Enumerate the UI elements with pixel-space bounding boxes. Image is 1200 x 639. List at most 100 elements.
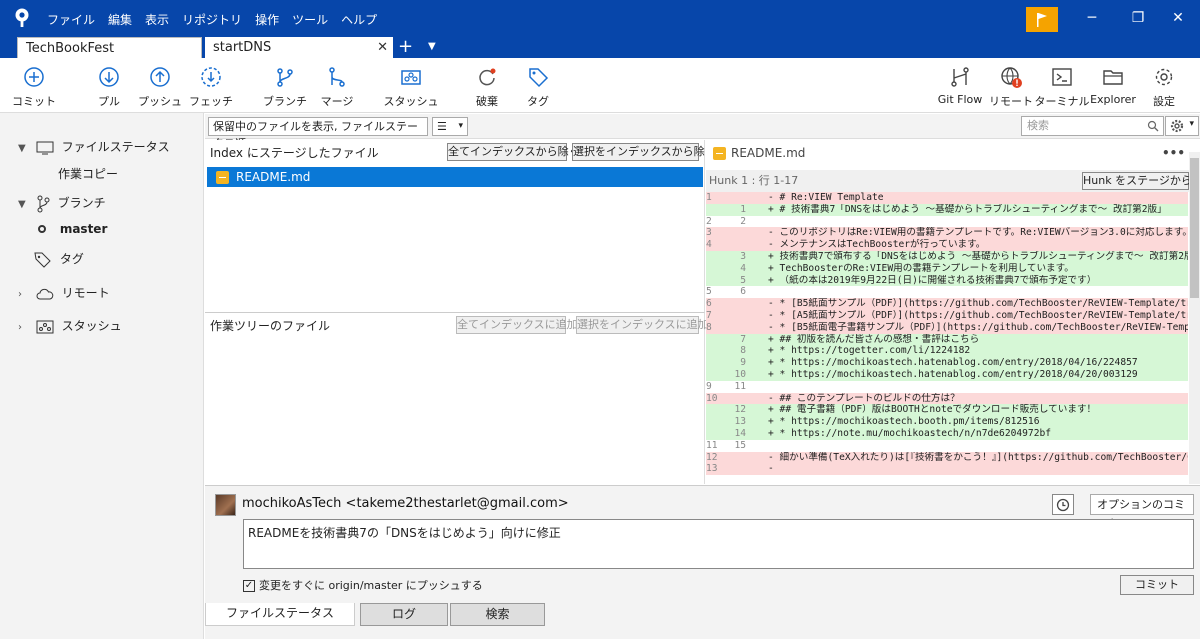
new-line-number: 8	[740, 345, 746, 357]
new-line-number: 1	[740, 203, 746, 215]
commit-history-button[interactable]	[1052, 494, 1074, 515]
diff-line[interactable]: 4 + TechBoosterのRe:VIEW用の書籍テンプレートを利用しています…	[706, 262, 1188, 275]
branch-button[interactable]: ブランチ	[255, 66, 315, 109]
minimize-button[interactable]: ─	[1080, 8, 1104, 28]
menu-help[interactable]: ヘルプ	[341, 11, 377, 28]
tab-log[interactable]: ログ	[360, 603, 448, 626]
menu-actions[interactable]: 操作	[255, 11, 279, 28]
list-item[interactable]: README.md	[207, 167, 703, 187]
diff-line[interactable]: 9 + * https://mochikoastech.hatenablog.co…	[706, 357, 1188, 369]
diff-line-text: + * https://togetter.com/li/1224182	[768, 345, 971, 357]
file-filter-dropdown[interactable]: 保留中のファイルを表示, ファイルステータス順▾	[208, 117, 428, 150]
diff-line[interactable]: 3 + 技術書典7で頒布する「DNSをはじめよう ～基礎からトラブルシューティング…	[706, 250, 1188, 263]
diff-line[interactable]: 13 + * https://mochikoastech.booth.pm/ite…	[706, 416, 1188, 428]
menu-file[interactable]: ファイル	[47, 11, 95, 28]
staged-title: Index にステージしたファイル	[210, 146, 379, 160]
old-line-number: 9	[706, 380, 712, 392]
diff-line-text: + * https://mochikoastech.hatenablog.com…	[768, 357, 1138, 369]
diff-line[interactable]: 10 - ## このテンプレートのビルドの仕方は？	[706, 392, 1188, 405]
diff-line[interactable]: 13 -	[706, 463, 1188, 476]
tab-list-chevron-icon[interactable]: ▼	[428, 37, 436, 57]
notification-flag-button[interactable]	[1026, 7, 1058, 32]
tab-search[interactable]: 検索	[450, 603, 545, 626]
diff-line[interactable]: 9 11	[706, 381, 1188, 393]
tab-startdns[interactable]: startDNS ✕	[205, 37, 393, 58]
diff-line[interactable]: 5 + （紙の本は2019年9月22日(日)に開催される技術書典7で頒布予定です）	[706, 274, 1188, 287]
unstage-hunk-button[interactable]: Hunk をステージから除く	[1082, 172, 1200, 190]
diff-line[interactable]: 3 - このリポジトリはRe:VIEW用の書籍テンプレートです。Re:VIEWバー…	[706, 227, 1188, 240]
view-settings-button[interactable]: ▾	[1165, 116, 1199, 136]
commit-button[interactable]: コミット	[4, 66, 64, 109]
merge-button[interactable]: マージ	[307, 66, 367, 109]
filter-bar: 保留中のファイルを表示, ファイルステータス順▾ ☰▾ 検索 ▾	[205, 114, 1200, 150]
list-mode-dropdown[interactable]: ☰ ▾	[432, 117, 468, 136]
commit-options-dropdown[interactable]: オプションのコミット▾	[1090, 494, 1194, 530]
menu-edit[interactable]: 編集	[108, 11, 132, 28]
clock-icon	[1056, 498, 1070, 512]
stage-selected-button[interactable]: 選択をインデックスに追加	[576, 316, 709, 334]
diff-line[interactable]: 12 - 細かい準備(TeX入れたり)は[『技術書をかこう！』](https://…	[706, 451, 1188, 464]
chevron-down-icon[interactable]: ▼	[18, 199, 32, 210]
diff-line[interactable]: 8 + * https://togetter.com/li/1224182	[706, 345, 1188, 358]
commit-message-input[interactable]: READMEを技術書典7の「DNSをはじめよう」向けに修正	[243, 519, 1194, 569]
scrollbar-thumb[interactable]	[1190, 158, 1199, 298]
tag-button[interactable]: タグ	[508, 66, 568, 109]
unstaged-title: 作業ツリーのファイル	[210, 319, 331, 333]
diff-line[interactable]: 12 + ## 電子書籍（PDF）版はBOOTHとnoteでダウンロード販売してい…	[706, 404, 1188, 417]
diff-line[interactable]: 1 + # 技術書典7「DNSをはじめよう ～基礎からトラブルシューティングまで～…	[706, 203, 1188, 216]
avatar	[215, 494, 236, 516]
chevron-right-icon[interactable]: ›	[18, 289, 32, 300]
tags-label: タグ	[59, 252, 84, 266]
stash-icon	[401, 70, 421, 85]
settings-button[interactable]: 設定	[1134, 66, 1194, 109]
close-tab-icon[interactable]: ✕	[377, 37, 388, 58]
close-window-button[interactable]: ✕	[1166, 8, 1190, 28]
new-line-number: 7	[740, 333, 746, 345]
diff-line[interactable]: 22	[706, 216, 1188, 228]
sidebar-item-stashes[interactable]: › スタッシュ	[18, 317, 122, 334]
chevron-right-icon[interactable]: ›	[18, 322, 32, 333]
sidebar-item-branches[interactable]: ▼ ブランチ	[18, 194, 106, 213]
sidebar-item-remotes[interactable]: › リモート	[18, 284, 110, 301]
toolbar: コミット プル プッシュ フェッチ ブランチ マージ スタッシュ 破棄 タグ G…	[0, 58, 1200, 113]
tab-file-status[interactable]: ファイルステータス	[205, 603, 355, 626]
sidebar-item-working-copy[interactable]: 作業コピー	[58, 165, 118, 182]
sidebar-item-tags[interactable]: タグ	[34, 250, 84, 268]
fetch-button[interactable]: フェッチ	[181, 66, 241, 109]
diff-line[interactable]: 7 - * [A5紙面サンプル（PDF）](https://github.com/…	[706, 309, 1188, 322]
diff-line[interactable]: 11 15	[706, 440, 1188, 452]
diff-line[interactable]: 8 - * [B5紙面電子書籍サンプル（PDF）](https://github.…	[706, 321, 1188, 334]
menu-view[interactable]: 表示	[145, 11, 169, 28]
diff-line[interactable]: 7 + ## 初版を読んだ皆さんの感想・書評はこちら	[706, 333, 1188, 346]
push-immediately-checkbox[interactable]: ✓ 変更をすぐに origin/master にプッシュする	[243, 577, 483, 593]
sidebar-item-master[interactable]: master	[38, 222, 107, 236]
sidebar-item-file-status[interactable]: ▼ ファイルステータス	[18, 138, 170, 155]
chevron-down-icon[interactable]: ▼	[18, 143, 32, 154]
hunk-bar: Hunk 1 : 行 1-17 Hunk をステージから除く	[706, 170, 1200, 192]
diff-line[interactable]: 14 + * https://note.mu/mochikoastech/n/n7…	[706, 427, 1188, 440]
unstage-all-button[interactable]: 全てインデックスから除く	[447, 143, 580, 161]
add-tab-button[interactable]: +	[398, 36, 413, 58]
diff-line[interactable]: 10 + * https://mochikoastech.hatenablog.c…	[706, 368, 1188, 381]
diff-scrollbar[interactable]	[1189, 152, 1200, 484]
push-icon	[150, 67, 170, 87]
new-line-number: 9	[740, 357, 746, 369]
master-label: master	[59, 222, 108, 236]
diff-line[interactable]: 4 - メンテナンスはTechBoosterが行っています。	[706, 239, 1188, 251]
menu-tools[interactable]: ツール	[292, 11, 328, 28]
stage-all-button[interactable]: 全てインデックスに追加	[456, 316, 578, 334]
diff-line[interactable]: 1 - # Re:VIEW Template	[706, 192, 1188, 204]
tab-techbookfest[interactable]: TechBookFest	[17, 37, 202, 58]
unstage-selected-button[interactable]: 選択をインデックスから除く	[572, 143, 716, 161]
diff-line[interactable]: 56	[706, 286, 1188, 298]
search-input[interactable]: 検索	[1021, 116, 1164, 136]
stash-button[interactable]: スタッシュ	[381, 66, 441, 109]
maximize-button[interactable]: ❐	[1126, 8, 1150, 28]
diff-line[interactable]: 6 - * [B5紙面サンプル（PDF）](https://github.com/…	[706, 298, 1188, 310]
menu-repository[interactable]: リポジトリ	[182, 11, 242, 28]
checkbox-icon[interactable]: ✓	[243, 580, 255, 592]
diff-line-text: - * [B5紙面サンプル（PDF）](https://github.com/T…	[768, 298, 1188, 310]
commit-button[interactable]: コミット	[1120, 575, 1194, 595]
diff-header: README.md •••	[706, 140, 1200, 166]
more-options-icon[interactable]: •••	[1162, 140, 1185, 166]
